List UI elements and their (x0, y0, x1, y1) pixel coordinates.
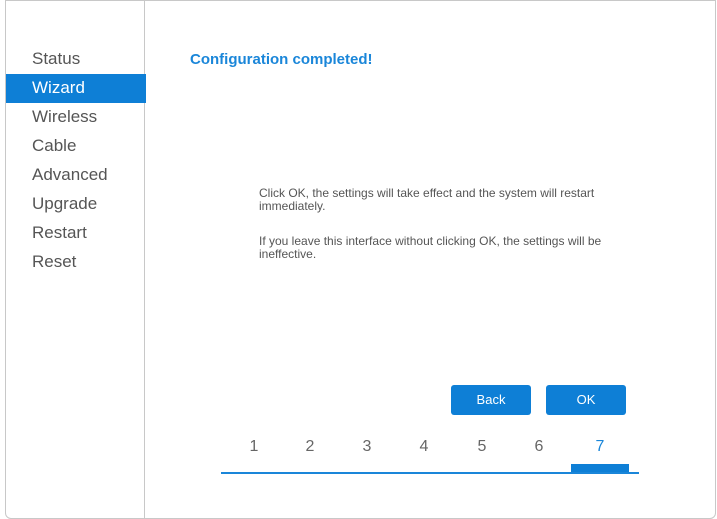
sidebar-item-upgrade[interactable]: Upgrade (6, 190, 144, 219)
wizard-step-indicator: 1 2 3 4 5 6 7 (221, 438, 639, 474)
warning-message: If you leave this interface without clic… (259, 234, 602, 261)
wizard-step-6: 6 (534, 438, 544, 455)
wizard-step-7: 7 (595, 438, 605, 455)
current-step-marker (571, 464, 629, 472)
sidebar-item-wizard[interactable]: Wizard (6, 74, 146, 103)
sidebar-item-reset[interactable]: Reset (6, 248, 144, 277)
completion-message: Click OK, the settings will take effect … (259, 186, 595, 213)
sidebar-item-cable[interactable]: Cable (6, 132, 144, 161)
step-progress-line (221, 472, 639, 474)
sidebar-nav: Status Wizard Wireless Cable Advanced Up… (6, 1, 146, 518)
sidebar-item-wireless[interactable]: Wireless (6, 103, 144, 132)
sidebar-item-restart[interactable]: Restart (6, 219, 144, 248)
wizard-step-2: 2 (305, 438, 315, 455)
wizard-step-1: 1 (249, 438, 259, 455)
wizard-step-3: 3 (362, 438, 372, 455)
sidebar-item-advanced[interactable]: Advanced (6, 161, 144, 190)
wizard-step-5: 5 (477, 438, 487, 455)
wizard-step-4: 4 (419, 438, 429, 455)
sidebar-item-status[interactable]: Status (6, 45, 144, 74)
ok-button[interactable]: OK (546, 385, 626, 415)
back-button[interactable]: Back (451, 385, 531, 415)
page-title: Configuration completed! (190, 51, 373, 68)
